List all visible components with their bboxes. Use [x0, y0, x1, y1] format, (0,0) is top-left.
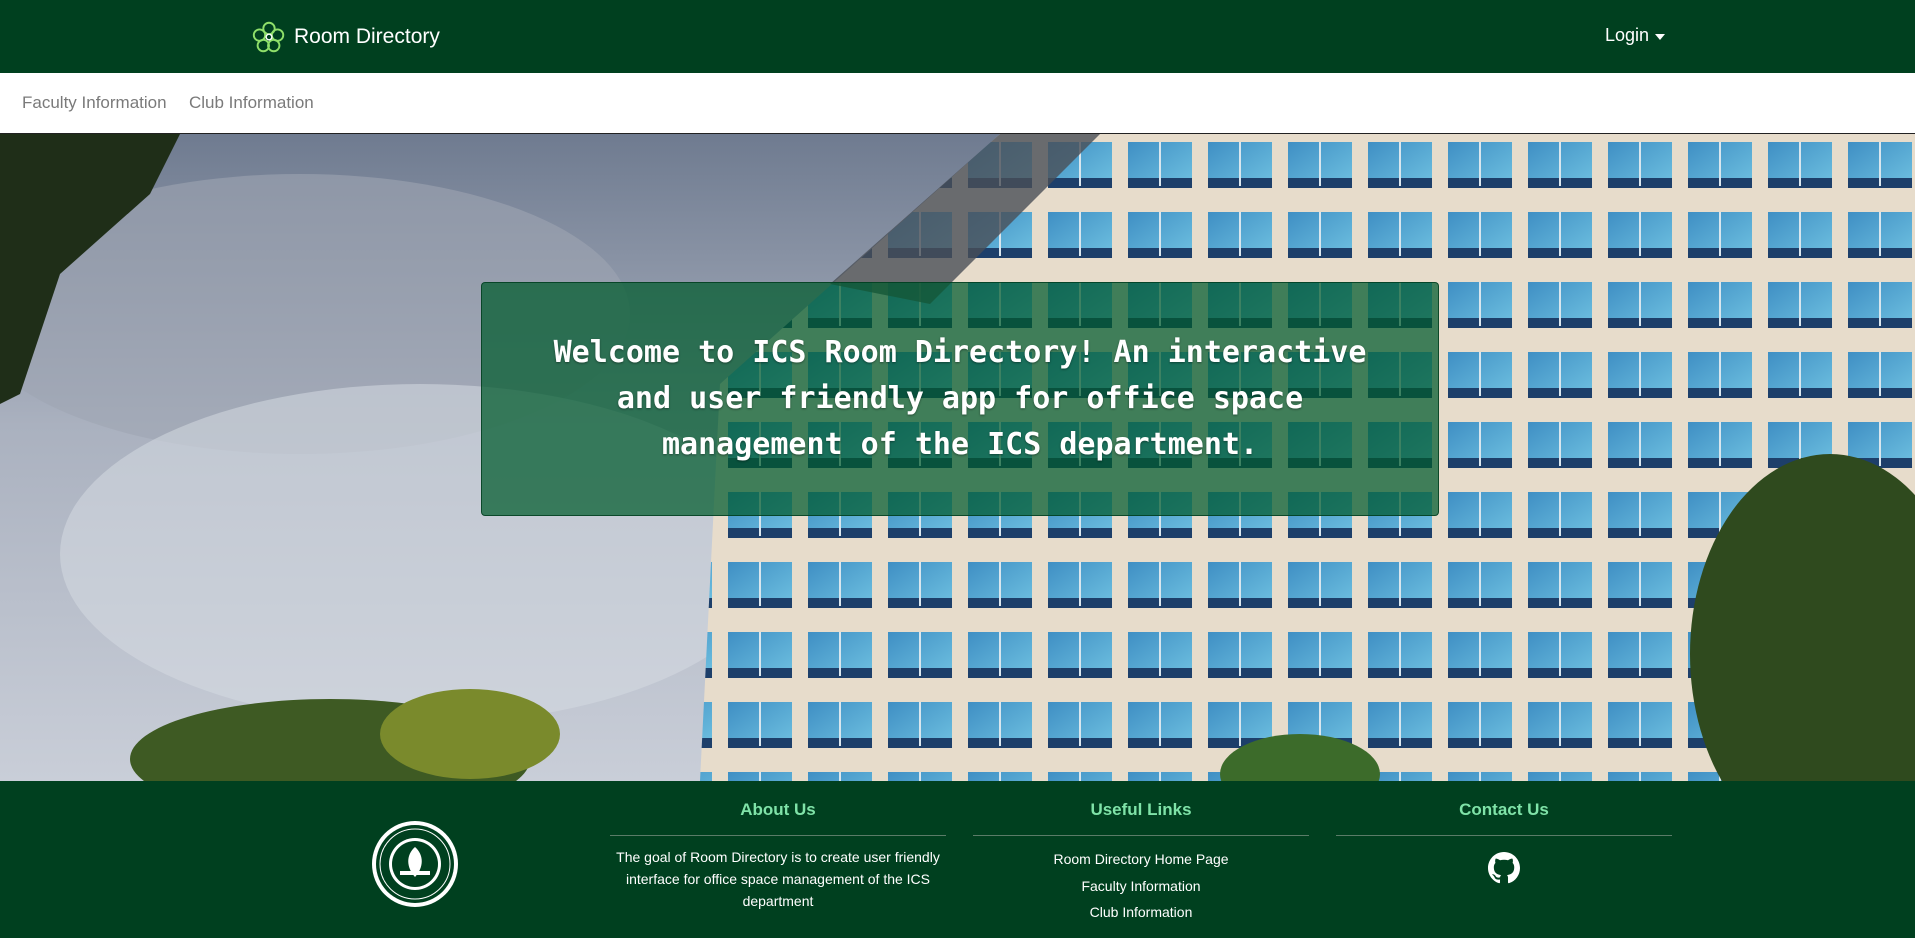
about-us-title: About Us	[740, 800, 816, 819]
contact-us-column: Contact Us	[1336, 799, 1672, 889]
footer-link-home[interactable]: Room Directory Home Page	[973, 846, 1309, 873]
caret-down-icon	[1655, 33, 1666, 40]
nav-club-information[interactable]: Club Information	[189, 93, 314, 113]
divider	[610, 835, 946, 836]
login-dropdown[interactable]: Login	[1605, 25, 1666, 46]
brand-link[interactable]: Room Directory	[250, 17, 440, 57]
about-us-text: The goal of Room Directory is to create …	[616, 849, 940, 909]
footer-link-club[interactable]: Club Information	[973, 899, 1309, 926]
brand-label: Room Directory	[294, 25, 440, 48]
contact-us-title: Contact Us	[1459, 800, 1549, 819]
university-seal-icon	[372, 821, 458, 907]
welcome-banner: Welcome to ICS Room Directory! An intera…	[481, 282, 1439, 516]
footer: About Us The goal of Room Directory is t…	[0, 781, 1915, 938]
about-us-column: About Us The goal of Room Directory is t…	[610, 799, 946, 912]
useful-links-column: Useful Links Room Directory Home Page Fa…	[973, 799, 1309, 926]
hero-section: Welcome to ICS Room Directory! An intera…	[0, 134, 1915, 781]
flower-logo-icon	[252, 21, 285, 53]
secondary-navbar: Faculty Information Club Information	[0, 73, 1915, 134]
github-icon[interactable]	[1488, 852, 1520, 884]
login-label: Login	[1605, 25, 1650, 45]
nav-faculty-information[interactable]: Faculty Information	[22, 93, 167, 113]
top-navbar: Room Directory Login	[0, 0, 1915, 73]
useful-links-title: Useful Links	[1090, 800, 1192, 819]
welcome-text: Welcome to ICS Room Directory! An intera…	[553, 335, 1367, 462]
footer-link-faculty[interactable]: Faculty Information	[973, 873, 1309, 900]
divider	[973, 835, 1309, 836]
divider	[1336, 835, 1672, 836]
